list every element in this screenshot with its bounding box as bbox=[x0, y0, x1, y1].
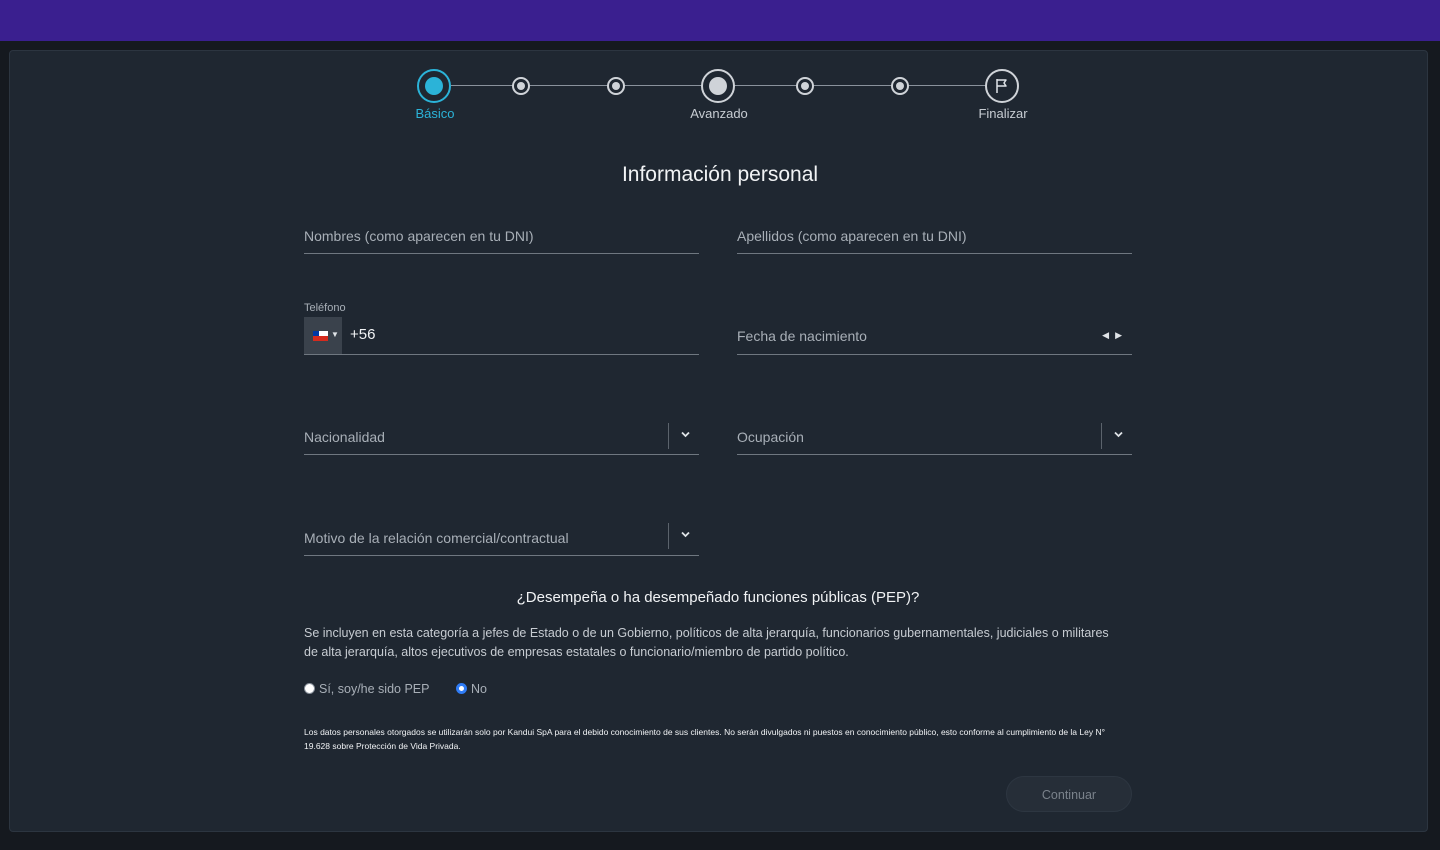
step-basico-indicator bbox=[417, 69, 451, 103]
chevron-down-icon[interactable] bbox=[1113, 429, 1124, 443]
phone-country-code: +56 bbox=[350, 326, 376, 343]
phone-field[interactable]: ▼ +56 bbox=[304, 317, 699, 355]
country-selector[interactable]: ▼ bbox=[304, 317, 342, 354]
pep-option-no[interactable]: No bbox=[456, 682, 487, 696]
first-name-placeholder: Nombres (como aparecen en tu DNI) bbox=[304, 228, 534, 244]
relation-reason-placeholder: Motivo de la relación comercial/contract… bbox=[304, 530, 569, 546]
pep-question: ¿Desempeña o ha desempeñado funciones pú… bbox=[516, 589, 920, 606]
first-name-field[interactable]: Nombres (como aparecen en tu DNI) bbox=[304, 226, 699, 254]
page-title: Información personal bbox=[621, 163, 819, 186]
nationality-placeholder: Nacionalidad bbox=[304, 429, 385, 445]
occupation-select[interactable]: Ocupación bbox=[737, 423, 1132, 455]
step-substep-2 bbox=[607, 77, 625, 95]
flag-icon bbox=[996, 79, 1007, 93]
date-stepper-icon[interactable]: ◀▶ bbox=[1102, 330, 1128, 341]
select-divider bbox=[1101, 423, 1102, 449]
step-label-avanzado: Avanzado bbox=[690, 106, 748, 121]
phone-label: Teléfono bbox=[304, 302, 346, 314]
step-avanzado-indicator bbox=[701, 69, 735, 103]
last-name-placeholder: Apellidos (como aparecen en tu DNI) bbox=[737, 228, 967, 244]
chevron-down-icon[interactable] bbox=[680, 529, 691, 543]
step-finalizar-indicator bbox=[985, 69, 1019, 103]
select-divider bbox=[668, 523, 669, 549]
pep-option-yes-label: Sí, soy/he sido PEP bbox=[319, 682, 430, 696]
select-divider bbox=[668, 423, 669, 449]
birthdate-field[interactable]: Fecha de nacimiento ◀▶ bbox=[737, 326, 1132, 355]
continue-button[interactable]: Continuar bbox=[1006, 776, 1132, 812]
radio-checked-icon[interactable] bbox=[456, 683, 467, 694]
occupation-placeholder: Ocupación bbox=[737, 429, 804, 445]
legal-notice: Los datos personales otorgados se utiliz… bbox=[304, 727, 1105, 751]
step-substep-3 bbox=[796, 77, 814, 95]
chevron-down-icon[interactable] bbox=[680, 429, 691, 443]
step-label-finalizar: Finalizar bbox=[978, 106, 1028, 121]
step-label-basico: Básico bbox=[415, 106, 455, 121]
pep-option-no-label: No bbox=[471, 682, 487, 696]
relation-reason-select[interactable]: Motivo de la relación comercial/contract… bbox=[304, 523, 699, 556]
chile-flag-icon bbox=[313, 331, 328, 341]
birthdate-placeholder: Fecha de nacimiento bbox=[737, 328, 867, 344]
pep-description: Se incluyen en esta categoría a jefes de… bbox=[304, 626, 1109, 659]
step-substep-4 bbox=[891, 77, 909, 95]
last-name-field[interactable]: Apellidos (como aparecen en tu DNI) bbox=[737, 226, 1132, 254]
caret-down-icon: ▼ bbox=[331, 330, 339, 339]
nationality-select[interactable]: Nacionalidad bbox=[304, 423, 699, 455]
pep-option-yes[interactable]: Sí, soy/he sido PEP bbox=[304, 682, 429, 696]
progress-stepper: Básico Avanzado Finalizar bbox=[0, 0, 1440, 130]
step-substep-1 bbox=[512, 77, 530, 95]
radio-unchecked-icon[interactable] bbox=[304, 683, 315, 694]
